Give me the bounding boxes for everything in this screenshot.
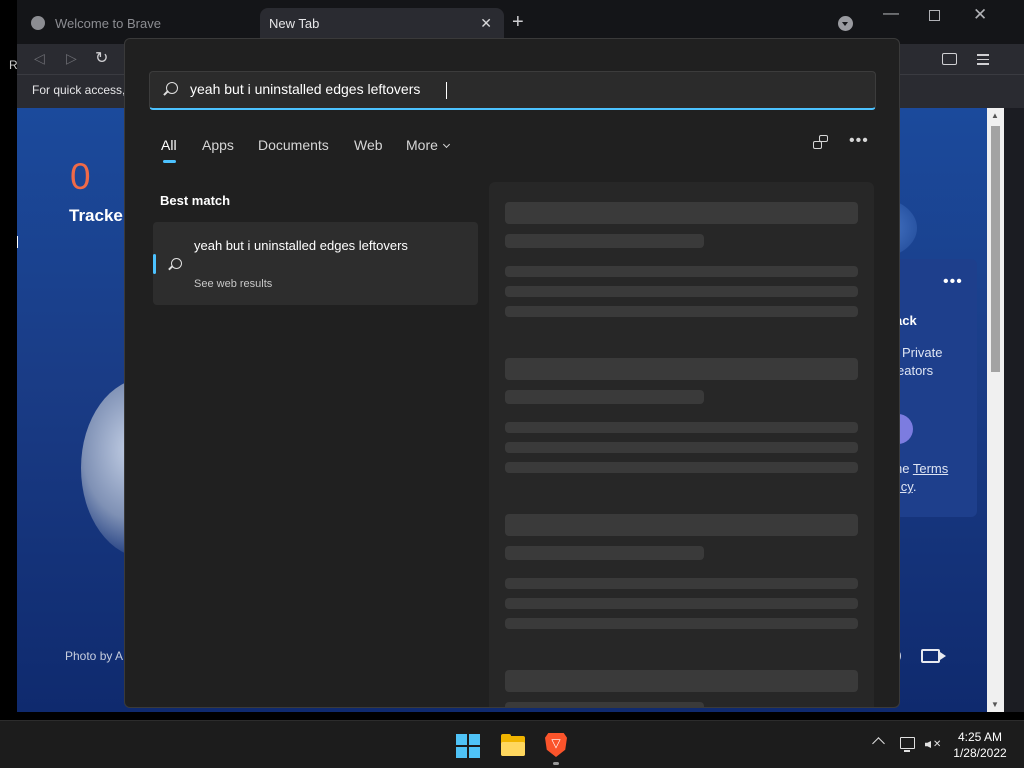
tab-title: New Tab xyxy=(269,15,320,31)
tab-new-tab[interactable]: New Tab ✕ xyxy=(260,8,504,38)
volume-muted-icon[interactable]: ✕ xyxy=(925,738,941,752)
chevron-up-icon[interactable] xyxy=(872,737,885,750)
clock-date: 1/28/2022 xyxy=(953,746,1007,760)
close-tab-icon[interactable]: ✕ xyxy=(480,15,492,32)
web-search-icon xyxy=(171,258,182,269)
terms-link[interactable]: Terms xyxy=(913,461,948,476)
loading-placeholder xyxy=(505,358,858,380)
reload-icon[interactable]: ↻ xyxy=(95,48,108,68)
minimize-button[interactable]: — xyxy=(883,5,899,23)
loading-placeholder xyxy=(505,286,858,297)
brave-icon[interactable]: ▽ xyxy=(545,733,567,765)
windows-search-panel: All Apps Documents Web More ••• Best mat… xyxy=(124,38,900,708)
result-preview-pane xyxy=(489,182,874,707)
card-terms-suffix: . xyxy=(912,479,917,494)
loading-placeholder xyxy=(505,234,704,248)
trackers-blocked-count: 0 xyxy=(70,156,91,197)
text-caret xyxy=(446,82,447,99)
tab-documents[interactable]: Documents xyxy=(258,137,329,153)
result-subtitle: See web results xyxy=(194,278,273,290)
running-indicator xyxy=(553,762,559,765)
loading-placeholder xyxy=(505,442,858,453)
clock-time: 4:25 AM xyxy=(957,730,1003,744)
loading-placeholder xyxy=(505,618,858,629)
search-icon xyxy=(166,82,178,94)
tab-welcome-to-brave[interactable]: Welcome to Brave xyxy=(27,8,257,38)
desktop-gap xyxy=(0,712,1024,720)
card-more-icon[interactable]: ••• xyxy=(943,273,963,291)
video-camera-icon[interactable] xyxy=(921,649,946,663)
bookmarks-hint: For quick access, | xyxy=(32,83,132,97)
tab-web[interactable]: Web xyxy=(354,137,383,153)
globe-icon xyxy=(31,16,45,30)
scroll-up-arrow-icon[interactable]: ▲ xyxy=(991,111,999,120)
tab-search-dropdown-icon[interactable] xyxy=(838,16,853,31)
back-icon[interactable]: ◁ xyxy=(34,50,45,67)
card-terms-line: he Terms xyxy=(895,461,948,476)
tab-title: Welcome to Brave xyxy=(55,15,161,31)
loading-placeholder xyxy=(505,702,704,707)
loading-placeholder xyxy=(505,598,858,609)
card-text-line: Private xyxy=(902,345,943,360)
scroll-down-arrow-icon[interactable]: ▼ xyxy=(991,700,999,709)
network-icon[interactable] xyxy=(900,737,915,752)
trackers-blocked-label: Tracke xyxy=(69,206,123,225)
best-match-result[interactable]: yeah but i uninstalled edges leftovers S… xyxy=(153,222,478,305)
loading-placeholder xyxy=(505,422,858,433)
new-tab-button[interactable]: + xyxy=(512,12,524,32)
best-match-heading: Best match xyxy=(160,193,231,208)
file-explorer-icon[interactable] xyxy=(501,734,525,756)
loading-placeholder xyxy=(505,514,858,536)
result-title: yeah but i uninstalled edges leftovers xyxy=(194,238,408,253)
tab-apps[interactable]: Apps xyxy=(202,137,234,153)
active-tab-indicator xyxy=(163,160,176,163)
close-window-button[interactable]: ✕ xyxy=(973,5,987,25)
menu-icon[interactable] xyxy=(977,51,989,68)
loading-placeholder xyxy=(505,266,858,277)
chevron-down-icon xyxy=(442,140,450,149)
scrollbar-thumb[interactable] xyxy=(991,126,1000,372)
taskbar: ▽ ✕ 4:25 AM 1/28/2022 xyxy=(0,720,1024,768)
background-mark xyxy=(17,236,18,248)
tab-more-label: More xyxy=(406,137,438,153)
share-search-icon[interactable] xyxy=(813,135,829,151)
loading-placeholder xyxy=(505,390,704,404)
loading-placeholder xyxy=(505,202,858,224)
taskbar-clock[interactable]: 4:25 AM 1/28/2022 xyxy=(944,729,1016,761)
card-text-line: eators xyxy=(897,363,934,378)
loading-placeholder xyxy=(505,546,704,560)
wallet-icon[interactable] xyxy=(942,53,957,65)
loading-placeholder xyxy=(505,578,858,589)
search-input[interactable] xyxy=(190,81,860,97)
tab-all[interactable]: All xyxy=(161,137,177,153)
loading-placeholder xyxy=(505,306,858,317)
loading-placeholder xyxy=(505,462,858,473)
search-box[interactable] xyxy=(149,71,876,110)
loading-placeholder xyxy=(505,670,858,692)
more-options-icon[interactable]: ••• xyxy=(849,132,869,150)
photo-credit[interactable]: Photo by A xyxy=(65,649,123,663)
tab-more[interactable]: More xyxy=(406,137,450,153)
maximize-button[interactable] xyxy=(929,10,940,21)
selection-indicator xyxy=(153,254,156,274)
start-icon[interactable] xyxy=(456,734,480,758)
forward-icon[interactable]: ▷ xyxy=(66,50,77,67)
page-scrollbar[interactable]: ▲ ▼ xyxy=(987,108,1004,712)
